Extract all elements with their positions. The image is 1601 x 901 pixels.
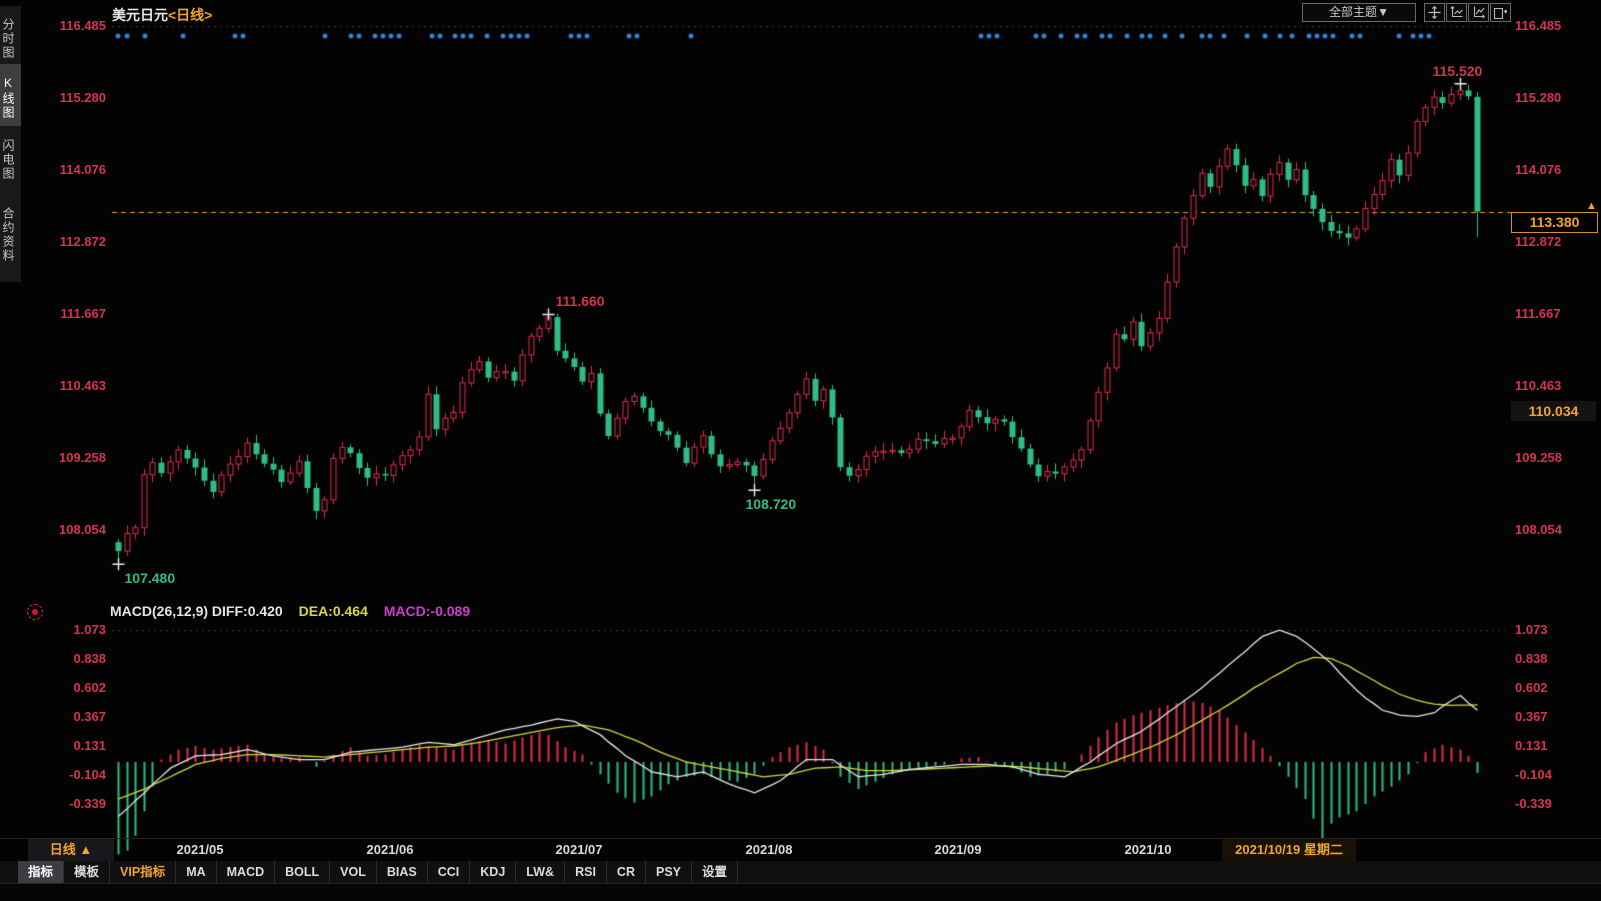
toolbar-item-CCI[interactable]: CCI [428, 861, 471, 883]
macd-axis-label: 0.838 [38, 651, 106, 667]
price-axis-label: 110.463 [1515, 378, 1595, 394]
all-themes-dropdown[interactable]: 全部主题▼ [1302, 3, 1416, 22]
macd-axis-label: 1.073 [38, 622, 106, 638]
price-axis-label: 112.872 [1515, 234, 1595, 250]
period-suffix: <日线> [168, 7, 212, 23]
macd-axis-label: 0.602 [1515, 680, 1595, 696]
toolbar-item-MACD[interactable]: MACD [217, 861, 276, 883]
chevron-down-icon: ▼ [1377, 5, 1389, 19]
triangle-up-icon: ▲ [79, 842, 92, 857]
toolbar-item-VIP指标[interactable]: VIP指标 [110, 861, 176, 883]
bottom-strip [0, 884, 1601, 901]
current-date-label: 2021/10/19 星期二 [1222, 839, 1356, 861]
macd-axis-label: 1.073 [1515, 622, 1595, 638]
toolbar-item-LW&[interactable]: LW& [516, 861, 565, 883]
macd-axis-label: 0.131 [38, 738, 106, 754]
macd-axis-label: -0.104 [1515, 767, 1595, 783]
sidebar-tab-1[interactable]: K线图 [0, 64, 21, 132]
macd-value: MACD:-0.089 [384, 603, 470, 619]
month-label: 2021/09 [913, 839, 1003, 861]
toolbar-item-CR[interactable]: CR [607, 861, 646, 883]
price-axis-label: 111.667 [1515, 306, 1595, 322]
price-axis-label: 108.054 [1515, 522, 1595, 538]
period-selector[interactable]: 日线 ▲ [28, 839, 114, 861]
month-label: 2021/06 [345, 839, 435, 861]
toolbar-item-BOLL[interactable]: BOLL [275, 861, 330, 883]
chart-title: 美元日元<日线> [112, 5, 212, 25]
toolbar-item-设置[interactable]: 设置 [692, 861, 738, 883]
x-axis-scale-icon[interactable] [1468, 3, 1489, 22]
toolbar-item-指标[interactable]: 指标 [18, 861, 64, 883]
price-axis-label: 114.076 [1515, 162, 1595, 178]
toolbar-item-MA[interactable]: MA [176, 861, 216, 883]
price-axis-label: 115.280 [38, 90, 106, 106]
macd-axis-label: 0.131 [1515, 738, 1595, 754]
macd-axis-label: 0.367 [1515, 709, 1595, 725]
toolbar-item-KDJ[interactable]: KDJ [470, 861, 516, 883]
high-price-annotation: 111.660 [556, 293, 605, 309]
macd-axis-label: 0.602 [38, 680, 106, 696]
y-axis-scale-icon[interactable] [1446, 3, 1467, 22]
month-label: 2021/07 [534, 839, 624, 861]
low-price-annotation: 108.720 [746, 496, 797, 512]
macd-axis-label: 0.367 [38, 709, 106, 725]
macd-params: MACD(26,12,9) [110, 603, 208, 619]
low-price-annotation: 107.480 [125, 570, 176, 586]
month-label: 2021/10 [1103, 839, 1193, 861]
toolbar-item-BIAS[interactable]: BIAS [377, 861, 428, 883]
month-label: 2021/05 [155, 839, 245, 861]
last-price-tag: 113.380 [1511, 212, 1598, 233]
price-axis-label: 108.054 [38, 522, 106, 538]
price-axis-label: 110.463 [38, 378, 106, 394]
month-label: 2021/08 [724, 839, 814, 861]
pane-layout-icon[interactable] [1490, 3, 1511, 22]
toolbar-item-模板[interactable]: 模板 [64, 861, 110, 883]
sidebar-tab-2[interactable]: 闪电图 [0, 126, 21, 194]
chart-canvas[interactable] [0, 0, 1601, 901]
symbol-name: 美元日元 [112, 7, 168, 23]
indicator-toolbar: 指标模板VIP指标MAMACDBOLLVOLBIASCCIKDJLW&RSICR… [0, 861, 1601, 884]
pan-icon[interactable] [1424, 3, 1445, 22]
price-axis-label: 109.258 [1515, 450, 1595, 466]
toolbar-item-PSY[interactable]: PSY [646, 861, 692, 883]
macd-axis-label: -0.339 [38, 796, 106, 812]
sidebar-tab-0[interactable]: 分时图 [0, 6, 21, 72]
trading-app-window: 美元日元<日线> 分时图K线图闪电图合约资料 全部主题▼ 116.485 115.… [0, 0, 1601, 901]
price-up-arrow-icon: ▲ [1586, 200, 1597, 212]
macd-axis-label: -0.339 [1515, 796, 1595, 812]
macd-header: MACD(26,12,9) DIFF:0.420 DEA:0.464 MACD:… [110, 603, 470, 619]
sidebar-tab-3[interactable]: 合约资料 [0, 188, 21, 282]
price-axis-label: 116.485 [1515, 18, 1595, 34]
high-price-annotation: 115.520 [1433, 63, 1483, 79]
toolbar-item-RSI[interactable]: RSI [565, 861, 607, 883]
price-axis-label: 111.667 [38, 306, 106, 322]
price-axis-label: 112.872 [38, 234, 106, 250]
date-axis-row: 日线 ▲ 2021/05 2021/06 2021/07 2021/08 2021/09… [0, 838, 1601, 863]
reference-price-tag: 110.034 [1511, 401, 1596, 421]
price-axis-label: 116.485 [38, 18, 106, 34]
price-axis-label: 109.258 [38, 450, 106, 466]
macd-axis-label: 0.838 [1515, 651, 1595, 667]
indicator-alert-icon[interactable] [27, 604, 43, 620]
price-axis-label: 114.076 [38, 162, 106, 178]
diff-value: DIFF:0.420 [212, 603, 283, 619]
macd-axis-label: -0.104 [38, 767, 106, 783]
dea-value: DEA:0.464 [299, 603, 368, 619]
toolbar-item-VOL[interactable]: VOL [330, 861, 377, 883]
price-axis-label: 115.280 [1515, 90, 1595, 106]
